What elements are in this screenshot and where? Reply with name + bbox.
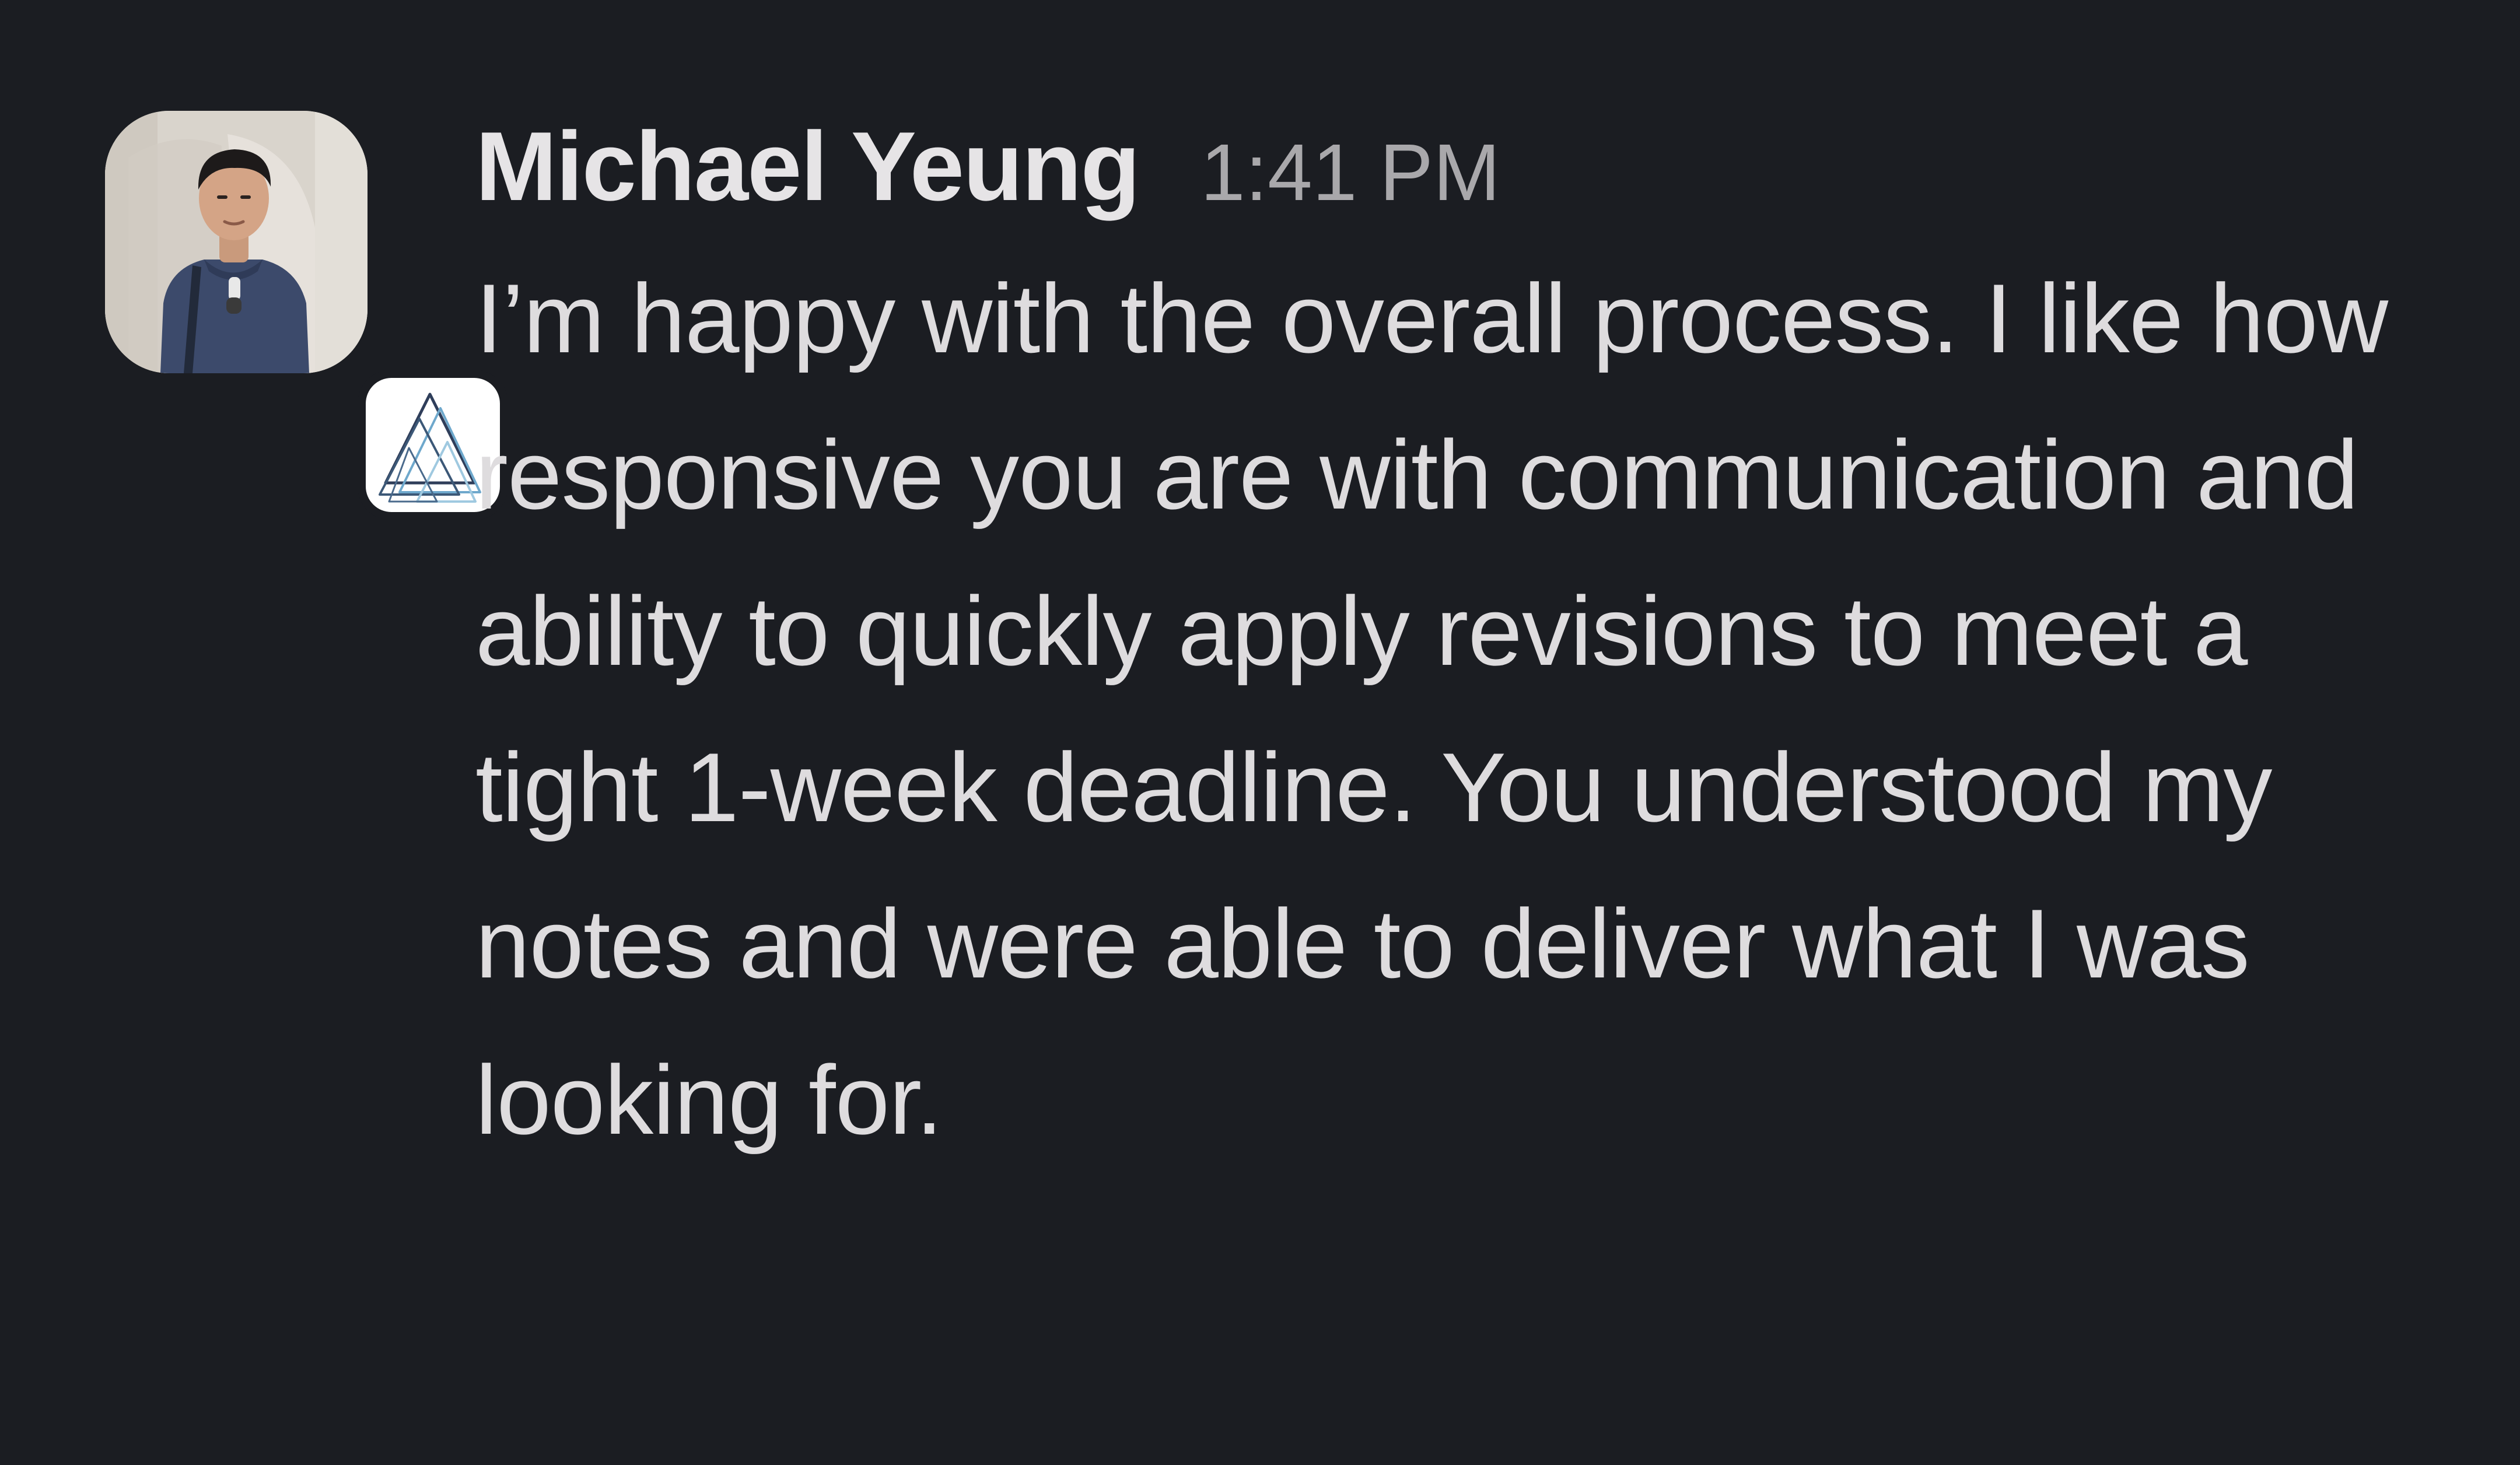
sender-name[interactable]: Michael Yeung (475, 105, 1140, 227)
message-timestamp[interactable]: 1:41 PM (1200, 111, 1500, 234)
chat-message: Michael Yeung 1:41 PM I’m happy with the… (0, 0, 2520, 1465)
user-avatar-photo-icon (105, 111, 368, 373)
avatar[interactable] (105, 111, 368, 373)
avatar-group (105, 111, 500, 512)
message-content: Michael Yeung 1:41 PM I’m happy with the… (475, 105, 2400, 1178)
message-body: I’m happy with the overall process. I li… (475, 264, 2388, 1155)
message-header: Michael Yeung 1:41 PM (475, 105, 2400, 227)
